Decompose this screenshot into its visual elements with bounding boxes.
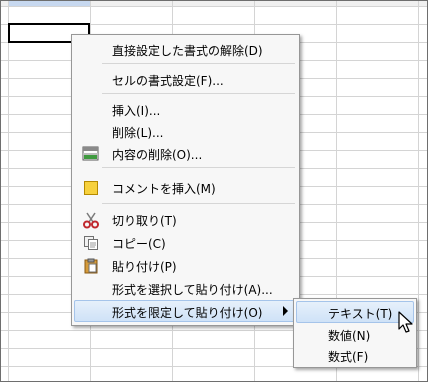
menu-item-label: 形式を限定して貼り付け(O) — [112, 306, 263, 320]
menu-item-paste[interactable]: 貼り付け(P) — [74, 254, 297, 276]
menu-item-copy[interactable]: コピー(C) — [74, 231, 297, 253]
mouse-cursor-icon — [398, 311, 413, 333]
menu-separator — [102, 63, 295, 64]
menu-item-label: コピー(C) — [112, 237, 166, 251]
scissors-icon — [81, 211, 101, 229]
menu-item-paste-special[interactable]: 形式を選択して貼り付け(A)... — [74, 277, 297, 299]
submenu-item-formula[interactable]: 数式(F) — [296, 344, 414, 366]
menu-item-label: 切り取り(T) — [112, 214, 177, 228]
menu-separator — [102, 167, 295, 168]
menu-item-label: 直接設定した書式の解除(D) — [112, 44, 263, 58]
menu-separator — [102, 93, 295, 94]
menu-separator — [102, 203, 295, 204]
context-menu: 直接設定した書式の解除(D) セルの書式設定(F)... 挿入(I)... 削除… — [71, 34, 300, 326]
menu-item-delete[interactable]: 削除(L)... — [74, 120, 297, 142]
menu-item-label: 数式(F) — [328, 350, 369, 364]
menu-item-label: コメントを挿入(M) — [112, 182, 216, 196]
menu-item-label: 削除(L)... — [112, 126, 164, 140]
menu-item-label: セルの書式設定(F)... — [112, 74, 224, 88]
menu-item-label: 形式を選択して貼り付け(A)... — [112, 283, 273, 297]
menu-item-label: テキスト(T) — [328, 307, 393, 321]
clear-contents-icon — [81, 145, 101, 163]
submenu-item-text[interactable]: テキスト(T) — [296, 301, 414, 323]
menu-item-clear-contents[interactable]: 内容の削除(O)... — [74, 142, 297, 164]
submenu-arrow-icon — [283, 306, 288, 316]
menu-item-clear-direct-formatting[interactable]: 直接設定した書式の解除(D) — [74, 38, 297, 60]
submenu-item-number[interactable]: 数値(N) — [296, 323, 414, 345]
paste-icon — [81, 257, 101, 275]
menu-item-label: 数値(N) — [328, 329, 371, 343]
copy-icon — [81, 234, 101, 252]
comment-icon — [81, 179, 101, 197]
menu-item-label: 貼り付け(P) — [112, 260, 177, 274]
menu-item-paste-only[interactable]: 形式を限定して貼り付け(O) — [74, 300, 297, 322]
menu-item-insert-comment[interactable]: コメントを挿入(M) — [74, 176, 297, 198]
menu-item-insert[interactable]: 挿入(I)... — [74, 98, 297, 120]
menu-item-label: 内容の削除(O)... — [112, 148, 203, 162]
menu-item-format-cells[interactable]: セルの書式設定(F)... — [74, 68, 297, 90]
menu-item-cut[interactable]: 切り取り(T) — [74, 208, 297, 230]
menu-item-label: 挿入(I)... — [112, 104, 161, 118]
